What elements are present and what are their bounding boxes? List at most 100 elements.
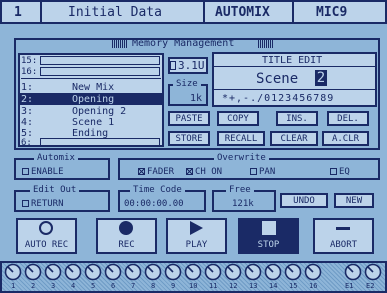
channel-number: 7 xyxy=(131,282,136,290)
free-label: Free xyxy=(226,186,254,195)
memory-slot-name: Opening xyxy=(72,94,115,105)
return-label: RETURN xyxy=(31,199,64,209)
edit-out-label: Edit Out xyxy=(30,186,80,195)
record-icon xyxy=(118,220,134,236)
memory-slot-empty[interactable] xyxy=(40,67,160,76)
memory-slot-number: 15: xyxy=(21,56,38,66)
abort-label: ABORT xyxy=(329,240,358,250)
ch-on-checkbox[interactable]: CH ON xyxy=(186,168,222,177)
play-label: PLAY xyxy=(185,240,208,250)
effect-label: E2 xyxy=(366,282,375,290)
title-cursor[interactable]: 2 xyxy=(315,70,327,86)
channel-number: 8 xyxy=(151,282,156,290)
all-clear-button[interactable]: A.CLR xyxy=(322,131,369,146)
pan-label: PAN xyxy=(259,167,276,177)
memory-title: Memory Management xyxy=(132,38,235,49)
return-checkbox[interactable]: RETURN xyxy=(22,200,64,209)
title-edit-divider xyxy=(214,66,375,67)
header-divider xyxy=(292,2,294,22)
header-divider xyxy=(203,2,205,22)
enable-label: ENABLE xyxy=(31,167,64,177)
title-hatch-right xyxy=(258,40,274,48)
title-edit-divider xyxy=(214,89,375,90)
rec-label: REC xyxy=(118,240,135,250)
memory-slot-name[interactable]: New Mix xyxy=(72,82,114,93)
copy-button[interactable]: COPY xyxy=(217,111,259,126)
header-divider xyxy=(40,2,42,22)
fader-checkbox[interactable]: FADER xyxy=(138,168,174,177)
clear-button[interactable]: CLEAR xyxy=(270,131,318,146)
circle-outline-icon xyxy=(38,220,54,236)
channel-number: 10 xyxy=(189,282,198,290)
automix-label: Automix xyxy=(34,154,78,163)
size-value: 1k xyxy=(190,93,203,104)
effect-label: E1 xyxy=(345,282,354,290)
insert-button[interactable]: INS. xyxy=(276,111,318,126)
channel-number: 6 xyxy=(111,282,116,290)
channel-number: 3 xyxy=(51,282,56,290)
time-code-label: Time Code xyxy=(130,186,185,195)
title-edit-label: TITLE EDIT xyxy=(262,55,323,66)
channel-number: 1 xyxy=(11,282,16,290)
checkbox-icon xyxy=(250,168,257,175)
channel-number: 4 xyxy=(71,282,76,290)
memory-slot-number: 2: xyxy=(21,94,34,105)
title-hatch-left xyxy=(112,40,128,48)
store-button[interactable]: STORE xyxy=(168,131,210,146)
paste-button[interactable]: PASTE xyxy=(168,111,210,126)
size-label: Size xyxy=(173,80,201,89)
version-label: 3.1U xyxy=(178,59,205,72)
memory-slot-name[interactable]: Opening 2 xyxy=(72,106,126,117)
new-button[interactable]: NEW xyxy=(334,193,374,208)
memory-slot-empty[interactable] xyxy=(40,138,160,146)
eq-checkbox[interactable]: EQ xyxy=(330,168,350,177)
enable-checkbox[interactable]: ENABLE xyxy=(22,168,64,177)
time-code-value: 00:00:00.00 xyxy=(124,199,184,209)
card-icon xyxy=(170,61,176,70)
checkbox-icon xyxy=(22,200,29,207)
list-divider xyxy=(21,78,161,79)
channel-number: 15 xyxy=(289,282,298,290)
stop-icon xyxy=(261,220,277,236)
ch-on-label: CH ON xyxy=(195,167,223,177)
channel-number: 16 xyxy=(309,282,318,290)
delete-button[interactable]: DEL. xyxy=(327,111,369,126)
stop-label: STOP xyxy=(257,240,280,250)
eq-label: EQ xyxy=(339,167,350,177)
channel-number: 2 xyxy=(31,282,36,290)
memory-slot-number: 4: xyxy=(21,117,34,128)
title-name-text[interactable]: Scene xyxy=(256,72,298,86)
recall-button[interactable]: RECALL xyxy=(217,131,265,146)
free-value: 121k xyxy=(232,199,254,209)
mode-label: AUTOMIX xyxy=(215,5,270,20)
auto-rec-label: AUTO REC xyxy=(24,240,69,250)
character-palette[interactable]: *+,-./0123456789 xyxy=(222,93,334,104)
checkbox-checked-icon xyxy=(186,168,193,175)
model-label: MIC9 xyxy=(316,5,348,20)
minus-icon xyxy=(335,222,351,234)
memory-slot-number: 16: xyxy=(21,67,38,77)
play-icon xyxy=(188,220,204,236)
automix-screen: 1 Initial Data AUTOMIX MIC9 Memory Manag… xyxy=(0,0,387,293)
checkbox-checked-icon xyxy=(138,168,145,175)
memory-slot-number: 3: xyxy=(21,106,34,117)
fader-label: FADER xyxy=(147,167,175,177)
overwrite-label: Overwrite xyxy=(214,154,269,163)
channel-number: 12 xyxy=(229,282,238,290)
memory-slot-number: 6: xyxy=(21,138,32,148)
channel-number: 14 xyxy=(269,282,278,290)
memory-slot-name[interactable]: Scene 1 xyxy=(72,117,114,128)
channel-number: 9 xyxy=(171,282,176,290)
memory-slot-number: 1: xyxy=(21,82,34,93)
checkbox-icon xyxy=(330,168,337,175)
channel-number: 5 xyxy=(91,282,96,290)
channel-numbers: 1 2 3 4 5 6 7 8 9 10 11 12 13 14 15 16 xyxy=(4,282,334,292)
channel-number: 13 xyxy=(249,282,258,290)
page-title: Initial Data xyxy=(68,5,162,20)
channel-number: 11 xyxy=(209,282,218,290)
undo-button[interactable]: UNDO xyxy=(280,193,328,208)
memory-slot-empty[interactable] xyxy=(40,56,160,65)
pan-checkbox[interactable]: PAN xyxy=(250,168,275,177)
checkbox-icon xyxy=(22,168,29,175)
page-number: 1 xyxy=(14,5,22,20)
